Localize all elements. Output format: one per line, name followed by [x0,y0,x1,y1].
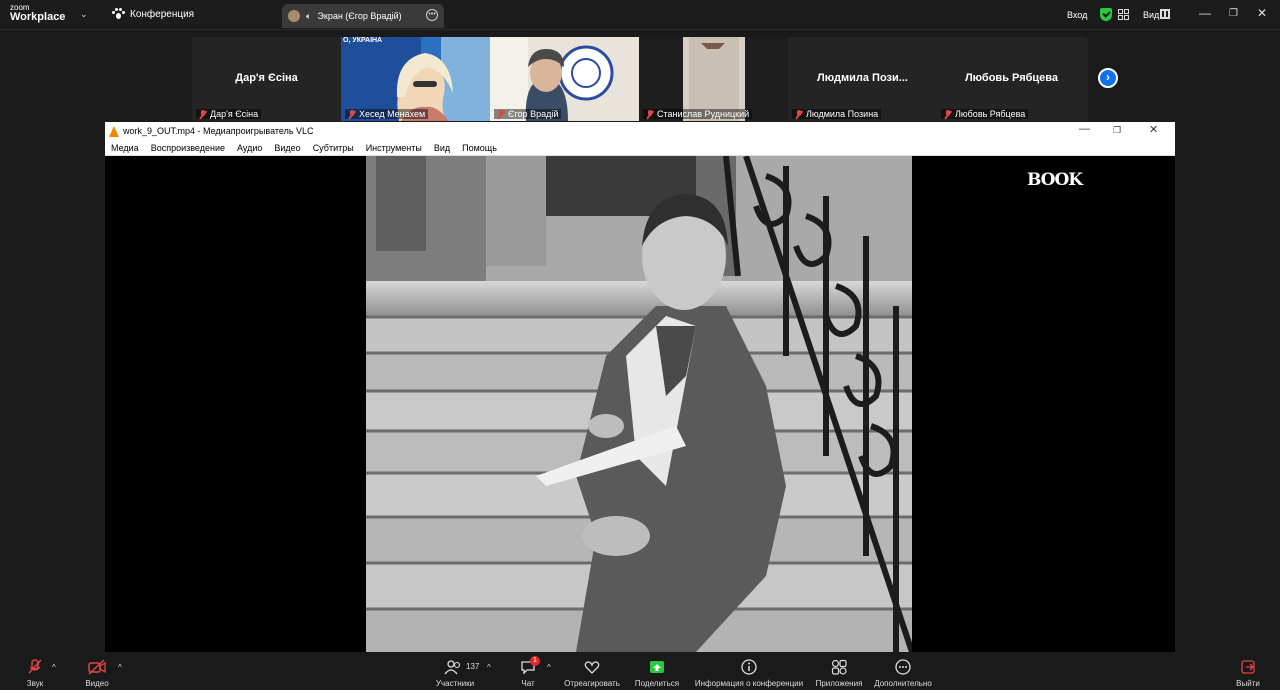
menu-tools[interactable]: Инструменты [366,143,422,153]
more-icon [895,659,911,675]
shield-icon[interactable] [1100,8,1112,21]
tab-share-label: Экран (Єгор Врадій) [317,11,402,21]
participant-tile[interactable]: Єгор Врадій [490,37,639,121]
video-label: Видео [85,679,109,688]
audio-label: Звук [26,679,44,688]
tab-screen-share[interactable]: 🔈︎ Экран (Єгор Врадій) ••• [282,4,444,28]
leave-label: Выйти [1236,679,1260,688]
meeting-info-button[interactable]: Информация о конференции [694,659,804,688]
view-button[interactable]: Вид [1143,10,1159,20]
vlc-restore-icon[interactable]: ❐ [1113,125,1121,136]
participant-tile[interactable]: Людмила Пози... Людмила Позина [788,37,937,121]
participant-name: Єгор Врадій [508,109,559,119]
participant-tile[interactable]: Любовь Рябцева Любовь Рябцева [937,37,1086,121]
meeting-toolbar: Звук ^ Видео ^ Участники ^ 1 Чат ^ Отреа… [0,654,1280,690]
participant-name: Станислав Рудницкий [657,109,750,119]
close-icon[interactable]: ✕ [1257,6,1267,20]
logo-big: Workplace [10,11,66,23]
mic-muted-icon [646,109,654,119]
participant-big-name: Людмила Пози... [817,72,908,84]
apps-button[interactable]: Приложения [814,659,864,688]
signin-link[interactable]: Вход [1067,10,1087,20]
mic-muted-icon [944,109,952,119]
participants-label: Участники [435,679,475,688]
chevron-down-icon[interactable]: ⌄ [80,9,88,20]
participant-big-name: Любовь Рябцева [964,72,1059,84]
participant-tile[interactable]: Дар'я Єсіна Дар'я Єсіна [192,37,341,121]
participant-name: Любовь Рябцева [955,109,1026,119]
mic-muted-icon [199,109,207,119]
leave-icon [1241,660,1255,674]
mic-muted-icon [348,109,356,119]
participant-big-name: Дар'я Єсіна [235,72,298,84]
video-button[interactable]: Видео [84,659,110,688]
zoom-top-bar: zoom Workplace ⌄ Конференция 🔈︎ Экран (Є… [0,0,1280,30]
restore-icon[interactable]: ❐ [1229,8,1238,19]
mic-muted-icon [795,109,803,119]
minimize-icon[interactable]: — [1199,6,1211,20]
video-options-caret[interactable]: ^ [118,663,122,672]
menu-media[interactable]: Медиа [111,143,139,153]
view-layout-icon[interactable] [1160,9,1170,19]
vlc-title-bar[interactable]: work_9_OUT.mp4 - Медиапроигрыватель VLC … [105,122,1175,140]
more-label: Дополнительно [874,679,932,688]
participant-tile[interactable]: О, УКРАЇНА Хесед Менахем [341,37,490,121]
chat-button[interactable]: 1 Чат [516,656,540,688]
chat-badge: 1 [530,656,540,666]
vlc-menu-bar: Медиа Воспроизведение Аудио Видео Субтит… [105,140,1175,156]
vlc-close-icon[interactable]: ✕ [1149,123,1158,136]
tab-conference-label: Конференция [130,8,195,20]
menu-view[interactable]: Вид [434,143,450,153]
menu-audio[interactable]: Аудио [237,143,262,153]
chat-label: Чат [521,679,535,688]
mic-muted-icon [497,109,505,119]
zoom-logo[interactable]: zoom Workplace [10,4,65,23]
share-screen-icon [650,661,664,673]
apps-icon [831,659,847,675]
vlc-minimize-icon[interactable]: — [1079,123,1090,135]
vlc-title: work_9_OUT.mp4 - Медиапроигрыватель VLC [123,126,314,136]
chat-options-caret[interactable]: ^ [547,663,551,672]
camera-off-icon [88,659,106,675]
next-page-button[interactable]: › [1098,68,1118,88]
meeting-info-label: Информация о конференции [694,679,804,688]
menu-playback[interactable]: Воспроизведение [151,143,225,153]
grid-icon[interactable] [1118,9,1129,20]
menu-video[interactable]: Видео [274,143,300,153]
video-area[interactable]: BOOK [105,156,1175,652]
leave-button[interactable]: Выйти [1234,659,1262,688]
menu-help[interactable]: Помощь [462,143,497,153]
book-watermark: BOOK [1027,170,1083,190]
share-label: Поделиться [634,679,680,688]
speaker-icon: 🔈︎ [306,10,312,21]
paw-icon [112,8,125,20]
share-button[interactable]: Поделиться [634,659,680,688]
participants-options-caret[interactable]: ^ [487,663,491,672]
react-label: Отреагировать [564,679,620,688]
apps-label: Приложения [815,679,863,688]
audio-button[interactable]: Звук [24,659,46,688]
heart-icon [584,661,600,674]
participant-strip: Дар'я Єсіна Дар'я Єсіна О, УКРАЇНА Хесед… [192,37,1088,121]
banner-text: О, УКРАЇНА [343,37,383,44]
avatar [288,10,300,22]
more-button[interactable]: Дополнительно [872,659,934,688]
participant-name: Дар'я Єсіна [210,109,259,119]
participants-count: 137 [466,662,480,671]
participants-icon [444,660,461,675]
tab-conference[interactable]: Конференция [112,8,194,20]
video-frame-photo [366,156,912,652]
info-icon [741,659,757,675]
menu-subtitles[interactable]: Субтитры [313,143,354,153]
audio-options-caret[interactable]: ^ [52,663,56,672]
mic-muted-icon [28,659,42,674]
react-button[interactable]: Отреагировать [562,659,622,688]
vlc-cone-icon [109,125,119,137]
participant-name: Людмила Позина [806,109,879,119]
vlc-window: work_9_OUT.mp4 - Медиапроигрыватель VLC … [105,122,1175,652]
participant-tile-active[interactable]: Станислав Рудницкий [639,37,788,121]
more-options-icon[interactable]: ••• [426,9,438,21]
participant-name: Хесед Менахем [359,109,426,119]
